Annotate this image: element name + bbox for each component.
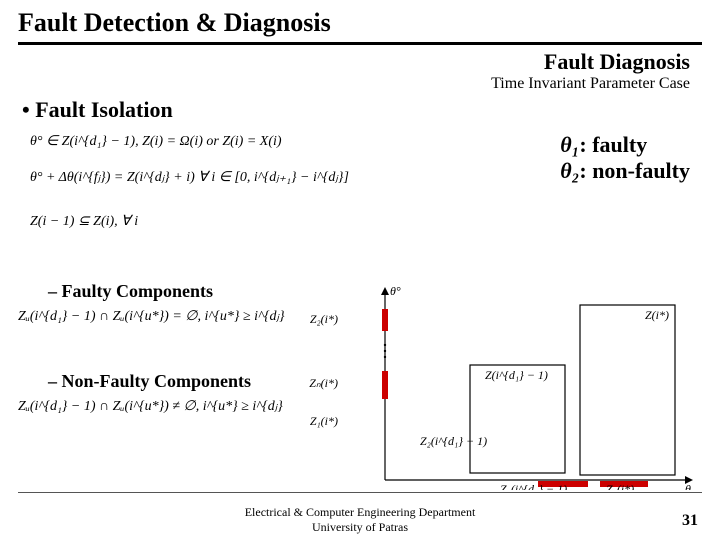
footer-line2: University of Patras xyxy=(0,520,720,534)
diag-label-z2-istar: Ζ₂(i*) xyxy=(310,312,338,326)
footer-line1: Electrical & Computer Engineering Depart… xyxy=(0,505,720,519)
diag-label-z2-id1m1: Ζ₂(i^{d₁} − 1) xyxy=(420,434,487,448)
theta2-label: : non-faulty xyxy=(579,158,690,183)
slide-subtitle: Fault Diagnosis xyxy=(0,45,720,75)
diag-bar-zn-istar xyxy=(382,371,388,399)
theta2-symbol: θ₂ xyxy=(560,158,579,183)
theta-faulty-line: θ₁: faulty xyxy=(560,132,690,158)
diag-label-z-istar: Ζ(i*) xyxy=(645,308,669,322)
diag-label-z1-id1m1: Ζ₁(i^{d₁} − 1) xyxy=(500,482,567,490)
theta-classification: θ₁: faulty θ₂: non-faulty xyxy=(560,132,690,184)
equation-1: θ° ∈ Ζ(i^{d₁} − 1), Ζ(i) = Ω(i) or Ζ(i) … xyxy=(30,133,282,150)
set-diagram: θ° θ₁ Ζ(i*) Ζ(i^{d₁} − 1) Ζ₂(i*) Ζₙ(i*) … xyxy=(290,285,700,490)
slide-title: Fault Detection & Diagnosis xyxy=(0,0,720,38)
diag-bar-z2-istar xyxy=(382,309,388,331)
diag-theta1-axis: θ₁ xyxy=(685,482,695,490)
theta1-label: : faulty xyxy=(579,132,647,157)
diag-label-zn-istar: Ζₙ(i*) xyxy=(309,376,338,390)
theta-nonfaulty-line: θ₂: non-faulty xyxy=(560,158,690,184)
equation-2: θ° + Δθ(i^{fⱼ}) = Ζ(i^{dⱼ} + i) ∀ i ∈ [0… xyxy=(30,169,349,186)
bullet-fault-isolation: Fault Isolation xyxy=(0,93,720,123)
diag-label-z1-istar-bottom: Ζ₁(i*) xyxy=(606,482,634,490)
page-number: 31 xyxy=(682,512,698,530)
slide-subsubtitle: Time Invariant Parameter Case xyxy=(0,75,720,93)
equation-3: Ζ(i − 1) ⊆ Ζ(i), ∀ i xyxy=(30,213,138,230)
diag-label-z-id1m1: Ζ(i^{d₁} − 1) xyxy=(485,368,548,382)
diag-theta-top: θ° xyxy=(390,285,401,298)
footer: Electrical & Computer Engineering Depart… xyxy=(0,505,720,534)
footer-rule xyxy=(18,492,702,493)
theta1-symbol: θ₁ xyxy=(560,132,579,157)
diag-label-z1-istar: Ζ₁(i*) xyxy=(310,414,338,428)
diag-rect-z-istar xyxy=(580,305,675,475)
